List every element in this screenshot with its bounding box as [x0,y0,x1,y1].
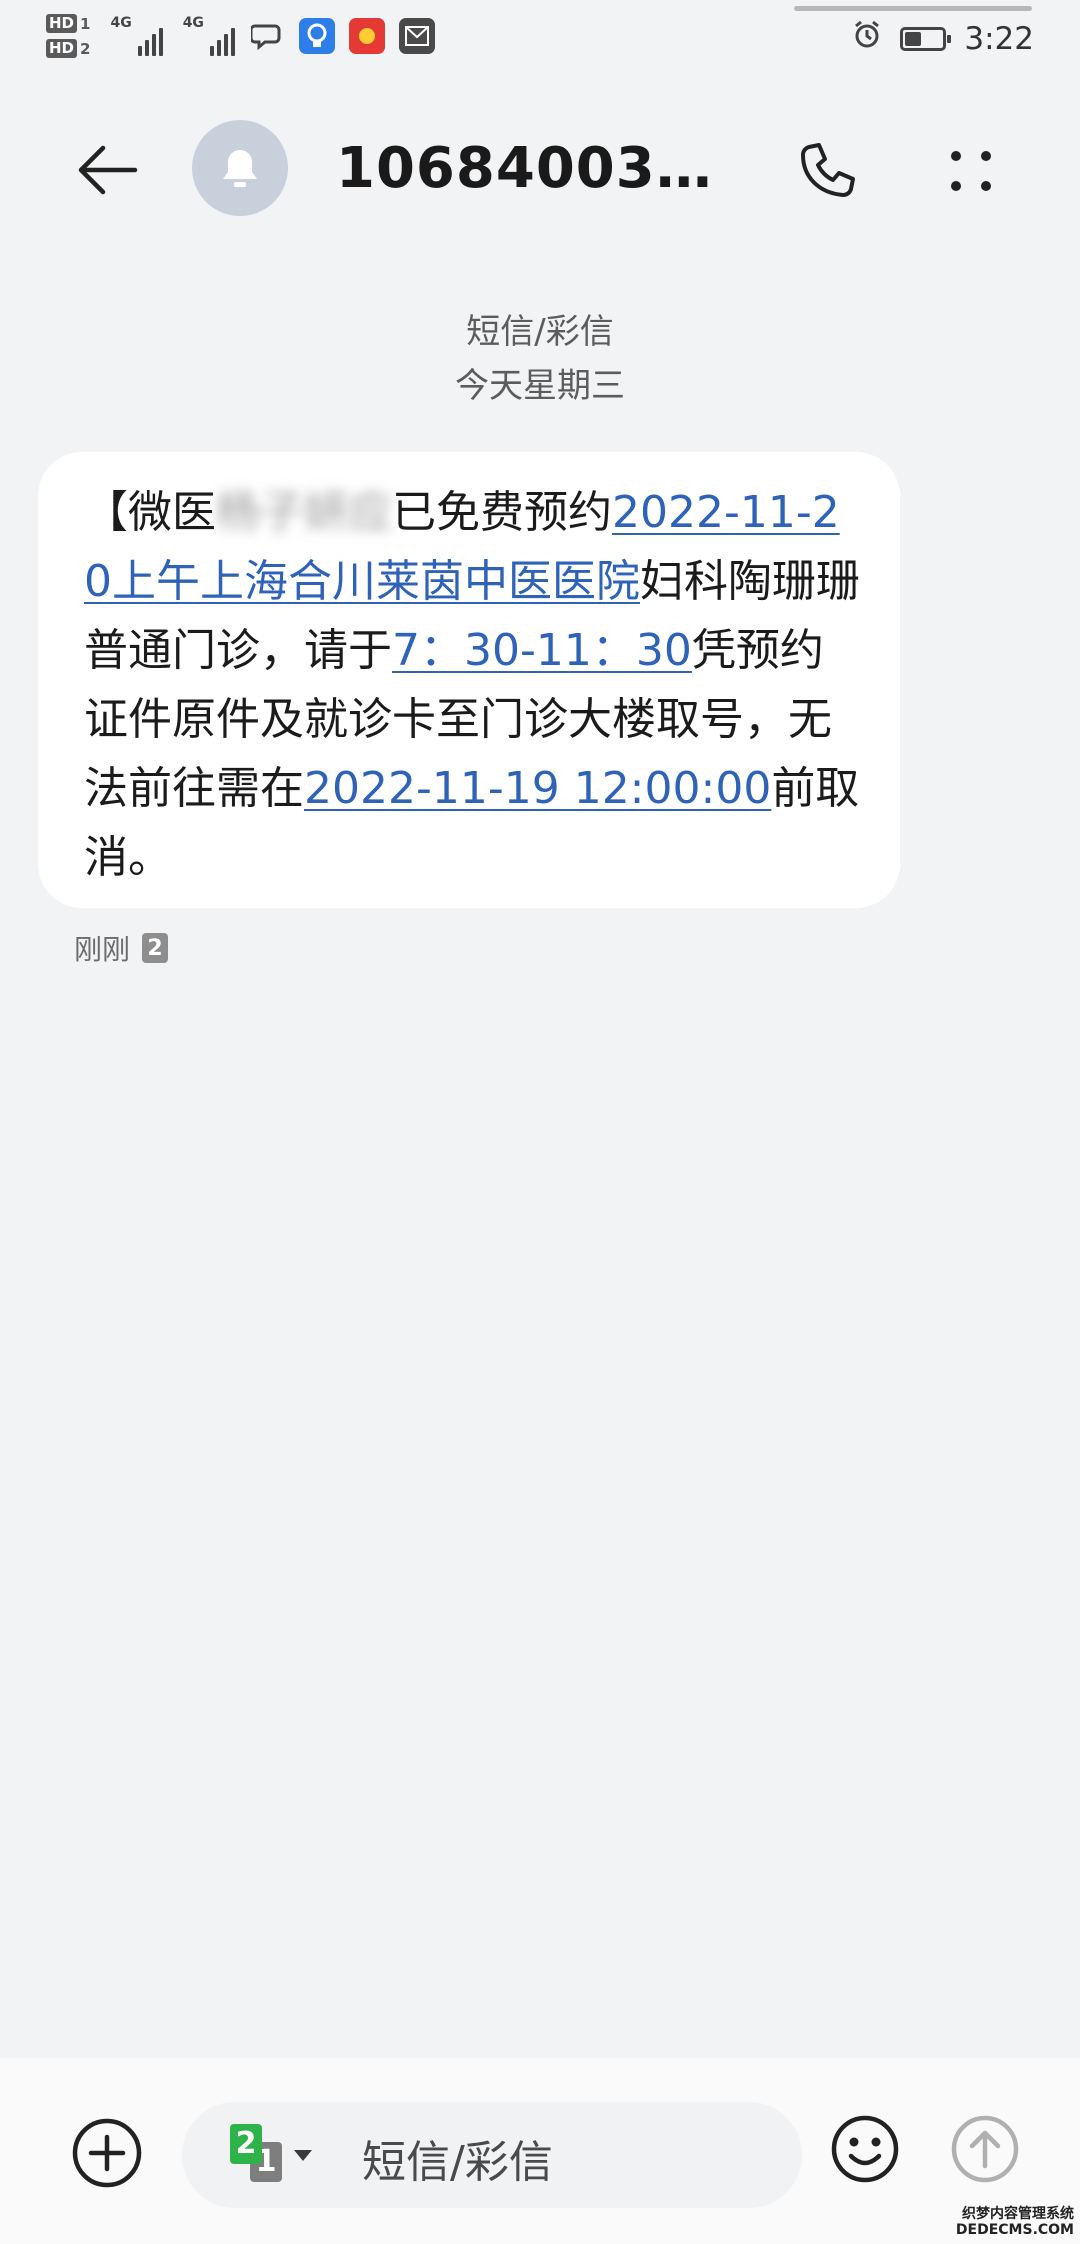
emoji-button[interactable] [828,2112,902,2186]
signal-icon: 4G [183,16,235,56]
call-button[interactable] [792,138,858,204]
message-time: 刚刚 [74,933,131,966]
hd-icon: HD [46,14,78,33]
emoji-icon [831,2115,899,2183]
app-lamp-icon [298,18,335,54]
message-meta: 刚刚 2 [74,928,169,968]
watermark-line1: 织梦内容管理系统 [962,2206,1074,2222]
app-red-icon [348,18,385,54]
message-text: 【微医杨子妍应已免费预约2022-11-20上午上海合川莱茵中医医院妇科陶珊珊普… [84,478,860,892]
obscured-name: 杨子妍应 [216,487,392,538]
send-arrow-icon [951,2115,1019,2183]
send-button[interactable] [948,2112,1022,2186]
compose-bar: 1 2 短信/彩信 织梦内容管理系统 DEDECMS.COM [0,2058,1080,2244]
mail-icon [398,18,435,54]
message-part-1: 已免费预约 [392,487,612,538]
sim-switch-button[interactable]: 1 2 [230,2122,316,2188]
sim2-number: 2 [80,39,91,58]
channel-label: 短信/彩信 [466,312,614,352]
appointment-time-link[interactable]: 7：30-11：30 [392,625,692,676]
sim1-number: 1 [80,14,91,33]
alarm-icon [852,20,882,57]
add-attachment-button[interactable] [70,2116,144,2190]
more-icon [951,151,991,191]
conversation-header: 1068400367… [0,118,1080,222]
contact-number[interactable]: 1068400367… [336,136,746,201]
sim2-hd: HD 2 [46,39,90,58]
hd-indicators: HD 1 HD 2 [46,14,90,58]
back-arrow-icon [78,145,138,195]
battery-level [905,31,922,46]
cancel-deadline-link[interactable]: 2022-11-19 12:00:00 [304,763,771,814]
message-sync-icon [249,18,285,54]
more-button[interactable] [940,138,1002,204]
bell-icon [223,150,257,187]
phone-icon [801,143,855,197]
date-separator: 今天星期三 [455,366,625,406]
network-type: 4G [110,15,132,31]
back-button[interactable] [70,140,144,200]
watermark: 织梦内容管理系统 DEDECMS.COM [956,2206,1074,2238]
status-left: HD 1 HD 2 4G 4G [46,14,435,58]
plus-circle-icon [72,2118,142,2188]
signal-icon: 4G [110,15,163,56]
status-bar: HD 1 HD 2 4G 4G 3:22 [0,0,1080,90]
notification-handle[interactable] [794,6,1032,11]
input-placeholder: 短信/彩信 [362,2137,553,2188]
status-right: 3:22 [852,20,1034,57]
message-input[interactable]: 1 2 短信/彩信 [182,2102,802,2208]
avatar[interactable] [192,120,288,216]
message-prefix: 【微医 [84,487,216,538]
sim-badge: 2 [142,933,169,963]
battery-icon [900,26,952,51]
chevron-down-icon [294,2150,312,2161]
network-type: 4G [182,15,204,31]
message-bubble[interactable]: 【微医杨子妍应已免费预约2022-11-20上午上海合川莱茵中医医院妇科陶珊珊普… [38,452,900,908]
watermark-line2: DEDECMS.COM [955,2222,1074,2238]
clock: 3:22 [964,20,1034,57]
sim-card-icon: 2 [230,2124,262,2164]
sim1-hd: HD 1 [46,14,90,33]
hd-icon: HD [46,39,78,58]
